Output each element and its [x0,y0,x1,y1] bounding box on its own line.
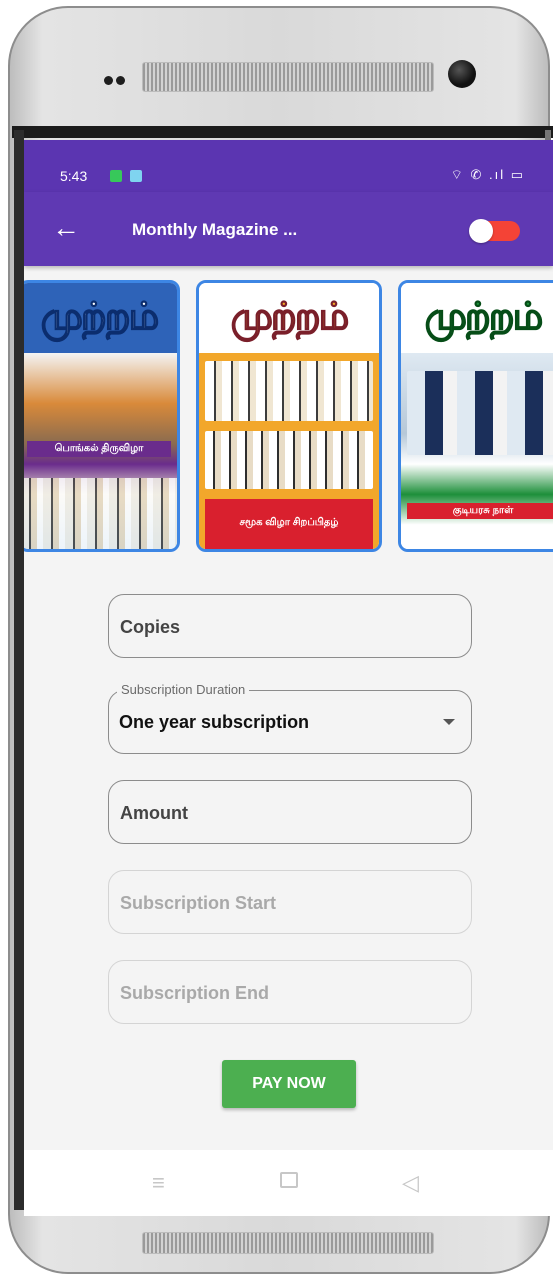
copies-placeholder: Copies [120,617,181,637]
cover-masthead: முற்றம் [24,283,177,353]
notification-app-icon [110,170,122,182]
toggle-knob [469,219,493,243]
bottom-speaker [142,1232,434,1254]
top-bezel [12,126,553,138]
front-camera [448,60,476,88]
subscription-start-placeholder: Subscription Start [120,893,277,913]
magazine-logo: முற்றம் [230,292,350,338]
system-navigation-bar: ≡ ◁ [24,1150,553,1216]
app-bar: ← Monthly Magazine ... [24,192,553,266]
back-icon[interactable]: ◁ [402,1170,419,1196]
dropdown-arrow-icon [443,719,455,725]
magazine-cover[interactable]: முற்றம் குடியரசு நாள் [398,280,553,552]
amount-field[interactable]: Amount [108,780,472,844]
cover-image: குடியரசு நாள் [401,353,553,549]
menu-icon[interactable]: ≡ [152,1170,165,1196]
toggle-switch[interactable] [469,219,520,243]
app-screen: 5:43 ⌔ ✆ .ıl ▭ ← Monthly Magazine ... மு… [24,140,553,1216]
magazine-cover[interactable]: முற்றம் பொங்கல் திருவிழா [24,280,180,552]
cover-masthead: முற்றம் [199,283,379,353]
cover-headline: பொங்கல் திருவிழா [27,441,171,457]
notification-icons [110,169,146,187]
cover-headline: குடியரசு நாள் [407,503,553,519]
cover-masthead: முற்றம் [401,283,553,353]
magazine-carousel[interactable]: முற்றம் பொங்கல் திருவிழா முற்றம் சமூக வி… [24,280,553,552]
subscription-end-field[interactable]: Subscription End [108,960,472,1024]
page-title: Monthly Magazine ... [132,220,298,239]
cover-photo [24,478,177,549]
earpiece-speaker [142,62,434,92]
cover-headline: சமூக விழா சிறப்பிதழ் [205,499,373,549]
cover-image: பொங்கல் திருவிழா [24,353,177,549]
left-bezel [14,130,24,1210]
copies-field[interactable]: Copies [108,594,472,658]
subscription-duration-select[interactable]: Subscription Duration One year subscript… [108,682,472,754]
subscription-end-placeholder: Subscription End [120,983,270,1003]
status-indicator-icons: ⌔ ✆ .ıl ▭ [450,167,525,182]
status-bar: 5:43 ⌔ ✆ .ıl ▭ [24,140,553,192]
subscription-duration-label: Subscription Duration [117,682,250,697]
pay-now-button[interactable]: PAY NOW [222,1060,356,1108]
status-time: 5:43 [60,168,88,184]
magazine-logo: முற்றம் [424,292,544,338]
cover-image: சமூக விழா சிறப்பிதழ் [199,353,379,549]
amount-placeholder: Amount [120,803,188,823]
cover-photo [407,371,553,455]
cover-photo [205,361,373,421]
magazine-logo: முற்றம் [40,292,160,338]
sensor-dots [104,72,128,90]
subscription-start-field[interactable]: Subscription Start [108,870,472,934]
home-icon[interactable] [280,1172,298,1188]
magazine-cover[interactable]: முற்றம் சமூக விழா சிறப்பிதழ் [196,280,382,552]
subscription-duration-value: One year subscription [119,712,310,732]
notification-app-icon [130,170,143,182]
back-arrow-icon[interactable]: ← [52,214,80,242]
cover-photo [205,431,373,489]
